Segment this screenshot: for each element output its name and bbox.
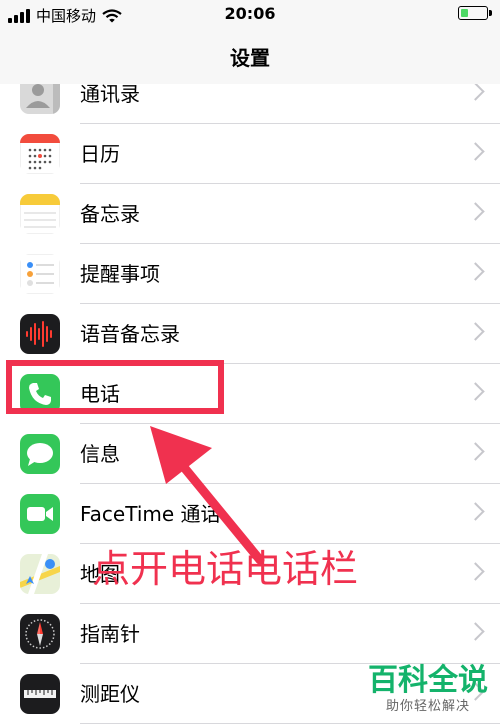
watermark-subtitle: 助你轻松解决	[385, 699, 470, 714]
watermark-title: 百科全说	[368, 663, 488, 698]
watermark: 百科全说 助你轻松解决	[368, 664, 488, 716]
annotation-text: 点开电话电话栏	[92, 547, 359, 591]
arrow-annotation-icon	[150, 426, 265, 565]
